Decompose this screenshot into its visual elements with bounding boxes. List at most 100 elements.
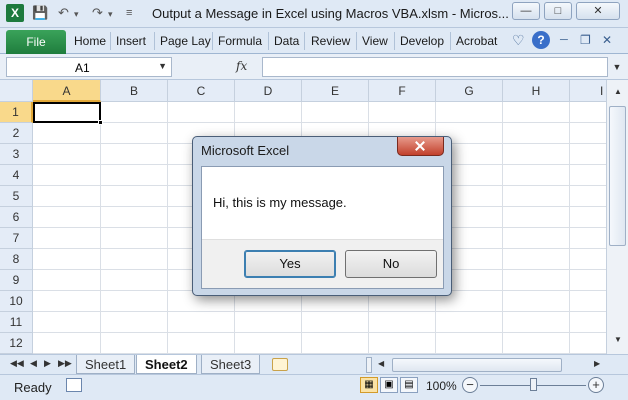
ribbon-tabs: File Home Insert Page Lay Formula Data R… (0, 28, 628, 54)
column-header[interactable]: H (503, 80, 570, 102)
last-sheet-icon[interactable]: ▶▶ (58, 358, 72, 369)
column-header[interactable]: B (101, 80, 168, 102)
first-sheet-icon[interactable]: ◀◀ (10, 358, 24, 369)
row-header[interactable]: 8 (0, 249, 33, 270)
scroll-up-icon[interactable]: ▲ (610, 84, 626, 100)
maximize-button[interactable]: □ (544, 2, 572, 20)
help-icon[interactable]: ? (532, 31, 550, 49)
column-header[interactable]: G (436, 80, 503, 102)
status-text: Ready (14, 380, 52, 395)
horizontal-scroll-thumb[interactable] (392, 358, 562, 372)
heart-icon[interactable]: ♡ (512, 32, 525, 49)
close-window-button[interactable]: ✕ (576, 2, 620, 20)
row-header[interactable]: 1 (0, 102, 33, 123)
redo-icon[interactable]: ↷ (92, 5, 103, 21)
zoom-in-icon[interactable]: + (588, 377, 604, 393)
next-sheet-icon[interactable]: ▶ (44, 358, 51, 369)
tab-separator (356, 32, 357, 50)
tab-developer[interactable]: Develop (400, 34, 444, 48)
yes-button[interactable]: Yes (244, 250, 336, 278)
tab-separator (450, 32, 451, 50)
vertical-scroll-thumb[interactable] (609, 106, 626, 246)
tab-separator (110, 32, 111, 50)
column-header[interactable]: C (168, 80, 235, 102)
select-all-corner[interactable] (0, 80, 33, 102)
row-header[interactable]: 5 (0, 186, 33, 207)
vertical-scrollbar[interactable]: ▲ ▼ (606, 80, 628, 354)
name-box[interactable]: A1 ▼ (6, 57, 172, 77)
chevron-down-icon[interactable]: ▼ (158, 61, 167, 71)
name-box-value: A1 (75, 61, 90, 75)
row-header[interactable]: 3 (0, 144, 33, 165)
tab-view[interactable]: View (362, 34, 388, 48)
zoom-level[interactable]: 100% (426, 379, 457, 393)
row-header[interactable]: 6 (0, 207, 33, 228)
save-icon[interactable]: 💾 (32, 5, 48, 21)
column-header[interactable]: F (369, 80, 436, 102)
tab-separator (268, 32, 269, 50)
tab-formulas[interactable]: Formula (218, 34, 262, 48)
gridline (33, 311, 606, 312)
horizontal-scrollbar[interactable]: ◀ ▶ (364, 357, 606, 373)
dialog-message: Hi, this is my message. (213, 195, 347, 210)
restore-window-icon[interactable]: ❐ (580, 33, 591, 47)
active-cell[interactable] (33, 102, 103, 125)
page-break-view-button[interactable]: ▤ (400, 377, 418, 393)
expand-formula-bar-icon[interactable]: ▼ (610, 57, 624, 77)
excel-icon[interactable]: X (6, 4, 24, 22)
insert-sheet-icon[interactable] (272, 358, 288, 371)
close-workbook-icon[interactable]: ✕ (602, 33, 612, 47)
no-button[interactable]: No (345, 250, 437, 278)
customize-qat-icon[interactable]: ≡ (126, 7, 132, 19)
undo-icon[interactable]: ↶ (58, 5, 69, 21)
row-header[interactable]: 11 (0, 312, 33, 333)
normal-view-button[interactable]: ▦ (360, 377, 378, 393)
dialog-title: Microsoft Excel (201, 143, 290, 158)
tab-data[interactable]: Data (274, 34, 299, 48)
zoom-out-icon[interactable]: − (462, 377, 478, 393)
gridline (100, 102, 101, 354)
tab-separator (304, 32, 305, 50)
tab-separator (394, 32, 395, 50)
row-header[interactable]: 4 (0, 165, 33, 186)
tab-home[interactable]: Home (74, 34, 106, 48)
fill-handle[interactable] (98, 120, 103, 125)
tab-file[interactable]: File (6, 30, 66, 54)
page-layout-view-button[interactable]: ▣ (380, 377, 398, 393)
minimize-ribbon-icon[interactable]: ─ (560, 34, 568, 46)
zoom-slider-thumb[interactable] (530, 378, 537, 391)
sheet-tab-sheet3[interactable]: Sheet3 (201, 355, 261, 374)
tab-page-layout[interactable]: Page Lay (160, 34, 211, 48)
sheet-tab-sheet1[interactable]: Sheet1 (76, 355, 136, 374)
dialog-button-area: Yes No (202, 239, 443, 288)
scroll-right-icon[interactable]: ▶ (594, 359, 600, 368)
tab-separator (154, 32, 155, 50)
insert-function-icon[interactable]: fx (236, 59, 247, 73)
redo-dropdown-icon[interactable]: ▾ (108, 9, 113, 20)
undo-dropdown-icon[interactable]: ▾ (74, 9, 79, 20)
scroll-left-icon[interactable]: ◀ (378, 359, 384, 368)
tab-insert[interactable]: Insert (116, 34, 146, 48)
row-header[interactable]: 9 (0, 270, 33, 291)
record-macro-icon[interactable] (66, 378, 82, 392)
column-header[interactable]: E (302, 80, 369, 102)
formula-input[interactable] (262, 57, 608, 77)
tab-acrobat[interactable]: Acrobat (456, 34, 497, 48)
minimize-button[interactable]: — (512, 2, 540, 20)
row-header[interactable]: 7 (0, 228, 33, 249)
scroll-down-icon[interactable]: ▼ (610, 332, 626, 348)
prev-sheet-icon[interactable]: ◀ (30, 358, 37, 369)
sheet-tabs-bar: ◀◀ ◀ ▶ ▶▶ Sheet1 Sheet2 Sheet3 ◀ ▶ (0, 354, 628, 374)
close-icon[interactable] (397, 137, 444, 156)
tab-split-handle[interactable] (366, 357, 372, 373)
row-header[interactable]: 12 (0, 333, 33, 354)
row-header[interactable]: 2 (0, 123, 33, 144)
gridline (502, 102, 503, 354)
column-header[interactable]: I (570, 80, 606, 102)
row-header[interactable]: 10 (0, 291, 33, 312)
sheet-tab-sheet2[interactable]: Sheet2 (136, 355, 197, 374)
gridline (167, 102, 168, 354)
column-header[interactable]: A (33, 80, 101, 102)
tab-review[interactable]: Review (311, 34, 350, 48)
column-header[interactable]: D (235, 80, 302, 102)
